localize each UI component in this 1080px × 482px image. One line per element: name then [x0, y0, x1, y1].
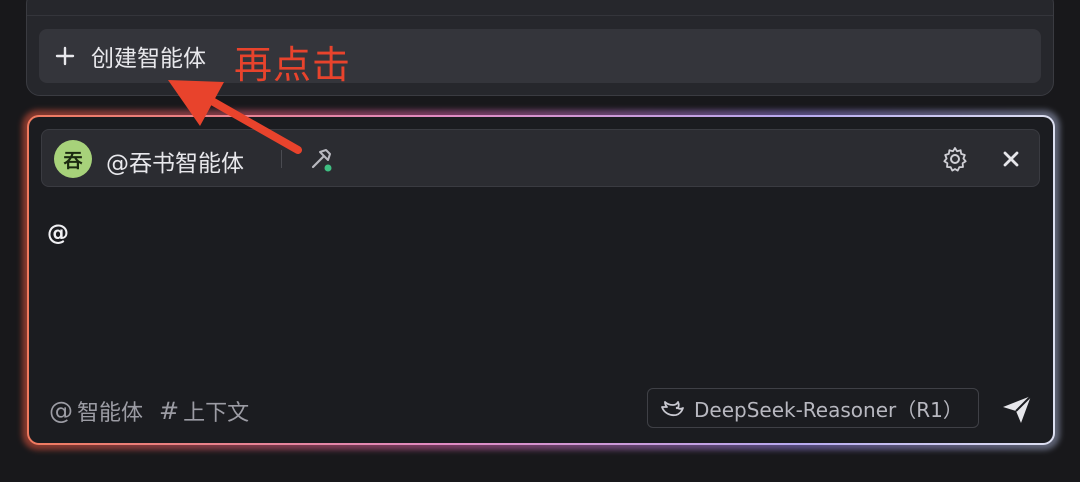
annotation-text: 再点击 [234, 43, 352, 87]
agent-menu-panel: 创建智能体 [26, 0, 1054, 96]
plus-icon [53, 44, 77, 68]
model-label: DeepSeek-Reasoner（R1） [694, 397, 963, 422]
hammer-icon[interactable] [306, 144, 336, 174]
composer-toolbar: @ 智能体 # 上下文 [49, 395, 249, 427]
mention-agent-button[interactable]: @ 智能体 [49, 395, 143, 427]
create-agent-button[interactable]: 创建智能体 [39, 29, 1041, 83]
close-icon[interactable] [999, 147, 1023, 171]
selected-agent-bar: 吞 @吞书智能体 [41, 129, 1040, 187]
composer: 吞 @吞书智能体 @ @ 智能体 # 上下文 DeepSeek-Reasoner… [27, 115, 1055, 445]
message-input[interactable]: @ [47, 221, 69, 246]
model-select[interactable]: DeepSeek-Reasoner（R1） [647, 388, 979, 428]
avatar: 吞 [54, 140, 92, 178]
gear-icon[interactable] [941, 145, 969, 173]
mention-agent-label: 智能体 [77, 401, 144, 426]
divider [281, 150, 282, 168]
context-button[interactable]: # 上下文 [159, 395, 249, 427]
hash-icon: # [159, 397, 180, 425]
create-agent-label: 创建智能体 [91, 46, 206, 72]
agent-name: @吞书智能体 [106, 151, 244, 177]
at-icon: @ [49, 397, 73, 425]
whale-icon [660, 398, 686, 418]
send-icon[interactable] [999, 391, 1035, 427]
menu-divider [27, 15, 1053, 16]
context-label: 上下文 [183, 401, 250, 426]
